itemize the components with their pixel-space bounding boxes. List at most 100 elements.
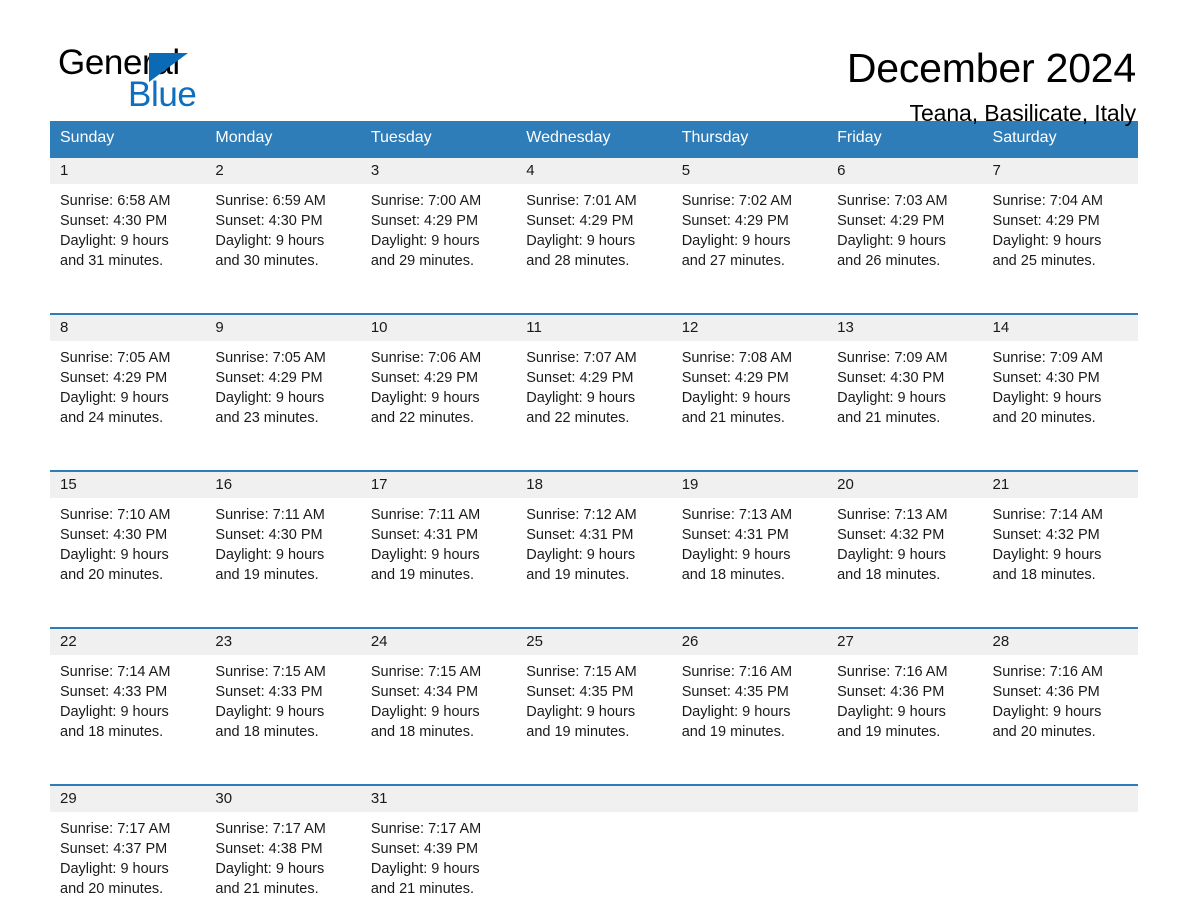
sunset-text: Sunset: 4:29 PM: [837, 213, 945, 229]
day-cell[interactable]: 3 Sunrise: 7:00 AM Sunset: 4:29 PM Daylight…: [360, 156, 517, 291]
calendar-cell: 29 Sunrise: 7:17 AM Sunset: 4:37 PM Dayligh…: [50, 784, 206, 919]
calendar-cell: 24 Sunrise: 7:15 AM Sunset: 4:34 PM Dayligh…: [360, 627, 517, 762]
day-cell[interactable]: 13 Sunrise: 7:09 AM Sunset: 4:30 PM Dayligh…: [827, 313, 983, 448]
calendar-cell: 9 Sunrise: 7:05 AM Sunset: 4:29 PM Daylight…: [205, 313, 361, 448]
day-number: 20: [827, 472, 983, 498]
daylight-text: Daylight: 9 hours and 18 minutes.: [837, 547, 946, 583]
calendar-cell: 13 Sunrise: 7:09 AM Sunset: 4:30 PM Dayligh…: [827, 313, 983, 448]
sunset-text: Sunset: 4:30 PM: [60, 213, 168, 229]
day-cell[interactable]: 1 Sunrise: 6:58 AM Sunset: 4:30 PM Daylight…: [50, 156, 206, 291]
day-cell[interactable]: 29 Sunrise: 7:17 AM Sunset: 4:37 PM Dayligh…: [50, 784, 206, 919]
day-cell[interactable]: 5 Sunrise: 7:02 AM Sunset: 4:29 PM Daylight…: [671, 156, 828, 291]
title-block: December 2024 Teana, Basilicate, Italy: [847, 44, 1138, 128]
day-details: Sunrise: 7:05 AM Sunset: 4:29 PM Daylight:…: [205, 341, 360, 428]
sunset-text: Sunset: 4:33 PM: [60, 684, 168, 700]
day-details: Sunrise: 7:00 AM Sunset: 4:29 PM Daylight:…: [361, 184, 516, 271]
day-number: 4: [516, 158, 672, 184]
day-number: 1: [50, 158, 206, 184]
daylight-text: Daylight: 9 hours and 21 minutes.: [215, 861, 325, 897]
sunrise-text: Sunrise: 7:01 AM: [526, 193, 637, 209]
sunrise-text: Sunrise: 7:17 AM: [215, 821, 326, 837]
sunrise-text: Sunrise: 7:16 AM: [992, 664, 1103, 680]
calendar-cell: 30 Sunrise: 7:17 AM Sunset: 4:38 PM Dayligh…: [205, 784, 361, 919]
sunrise-text: Sunrise: 7:11 AM: [370, 507, 481, 523]
sunrise-text: Sunrise: 7:10 AM: [60, 507, 171, 523]
day-details: Sunrise: 7:08 AM Sunset: 4:29 PM Daylight:…: [672, 341, 827, 428]
daylight-text: Daylight: 9 hours and 21 minutes.: [837, 390, 946, 426]
day-cell[interactable]: 31 Sunrise: 7:17 AM Sunset: 4:39 PM Dayligh…: [360, 784, 517, 919]
sunrise-text: Sunrise: 7:09 AM: [837, 350, 948, 366]
week-spacer-cell: [50, 762, 1138, 784]
day-cell[interactable]: 28 Sunrise: 7:16 AM Sunset: 4:36 PM Dayligh…: [982, 627, 1138, 762]
weekday-header-wednesday: Wednesday: [516, 121, 672, 156]
day-cell[interactable]: 22 Sunrise: 7:14 AM Sunset: 4:33 PM Dayligh…: [50, 627, 206, 762]
day-cell[interactable]: 10 Sunrise: 7:06 AM Sunset: 4:29 PM Dayligh…: [360, 313, 517, 448]
day-cell[interactable]: 26 Sunrise: 7:16 AM Sunset: 4:35 PM Dayligh…: [671, 627, 828, 762]
day-cell[interactable]: 6 Sunrise: 7:03 AM Sunset: 4:29 PM Daylight…: [827, 156, 983, 291]
day-details: Sunrise: 7:14 AM Sunset: 4:32 PM Daylight:…: [983, 498, 1138, 585]
day-cell[interactable]: 27 Sunrise: 7:16 AM Sunset: 4:36 PM Dayligh…: [827, 627, 983, 762]
day-cell[interactable]: 18 Sunrise: 7:12 AM Sunset: 4:31 PM Dayligh…: [516, 470, 672, 605]
day-details: Sunrise: 7:09 AM Sunset: 4:30 PM Daylight:…: [983, 341, 1138, 428]
calendar-week-row: 22 Sunrise: 7:14 AM Sunset: 4:33 PM Dayligh…: [50, 627, 1138, 762]
day-cell[interactable]: 7 Sunrise: 7:04 AM Sunset: 4:29 PM Daylight…: [982, 156, 1138, 291]
sunset-text: Sunset: 4:31 PM: [681, 527, 789, 543]
day-details: Sunrise: 7:13 AM Sunset: 4:31 PM Daylight:…: [672, 498, 827, 585]
sunset-text: Sunset: 4:29 PM: [60, 370, 168, 386]
day-cell[interactable]: 23 Sunrise: 7:15 AM Sunset: 4:33 PM Dayligh…: [205, 627, 361, 762]
day-cell[interactable]: 17 Sunrise: 7:11 AM Sunset: 4:31 PM Dayligh…: [360, 470, 517, 605]
day-cell[interactable]: 24 Sunrise: 7:15 AM Sunset: 4:34 PM Dayligh…: [360, 627, 517, 762]
day-details: Sunrise: 7:16 AM Sunset: 4:35 PM Daylight:…: [672, 655, 827, 742]
sunset-text: Sunset: 4:30 PM: [215, 213, 323, 229]
sunrise-text: Sunrise: 7:13 AM: [681, 507, 793, 523]
day-cell[interactable]: 25 Sunrise: 7:15 AM Sunset: 4:35 PM Dayligh…: [516, 627, 672, 762]
weekday-header-thursday: Thursday: [671, 121, 828, 156]
day-details: Sunrise: 7:11 AM Sunset: 4:31 PM Daylight:…: [361, 498, 516, 585]
weekday-header-monday: Monday: [205, 121, 361, 156]
weekday-header-sunday: Sunday: [50, 121, 206, 156]
sunrise-text: Sunrise: 7:09 AM: [992, 350, 1103, 366]
day-cell[interactable]: 16 Sunrise: 7:11 AM Sunset: 4:30 PM Dayligh…: [205, 470, 361, 605]
day-cell[interactable]: 9 Sunrise: 7:05 AM Sunset: 4:29 PM Daylight…: [205, 313, 361, 448]
day-number: 28: [982, 629, 1138, 655]
weekday-header-tuesday: Tuesday: [360, 121, 517, 156]
day-cell[interactable]: 20 Sunrise: 7:13 AM Sunset: 4:32 PM Dayligh…: [827, 470, 983, 605]
sunrise-text: Sunrise: 7:16 AM: [681, 664, 793, 680]
calendar-cell: 16 Sunrise: 7:11 AM Sunset: 4:30 PM Dayligh…: [205, 470, 361, 605]
sunset-text: Sunset: 4:31 PM: [370, 527, 479, 543]
daylight-text: Daylight: 9 hours and 20 minutes.: [60, 547, 169, 583]
daylight-text: Daylight: 9 hours and 18 minutes.: [60, 704, 169, 740]
daylight-text: Daylight: 9 hours and 18 minutes.: [992, 547, 1102, 583]
day-details: Sunrise: 7:06 AM Sunset: 4:29 PM Daylight:…: [361, 341, 516, 428]
day-cell[interactable]: 4 Sunrise: 7:01 AM Sunset: 4:29 PM Daylight…: [516, 156, 672, 291]
week-spacer: [50, 291, 1138, 313]
day-cell[interactable]: 12 Sunrise: 7:08 AM Sunset: 4:29 PM Dayligh…: [671, 313, 828, 448]
day-cell-empty: [827, 784, 983, 919]
calendar-cell: 4 Sunrise: 7:01 AM Sunset: 4:29 PM Daylight…: [516, 156, 672, 291]
daylight-text: Daylight: 9 hours and 23 minutes.: [215, 390, 325, 426]
day-cell[interactable]: 21 Sunrise: 7:14 AM Sunset: 4:32 PM Dayligh…: [982, 470, 1138, 605]
calendar-cell: 15 Sunrise: 7:10 AM Sunset: 4:30 PM Dayligh…: [50, 470, 206, 605]
day-cell[interactable]: 11 Sunrise: 7:07 AM Sunset: 4:29 PM Dayligh…: [516, 313, 672, 448]
day-number: 30: [205, 786, 361, 812]
calendar-week-row: 15 Sunrise: 7:10 AM Sunset: 4:30 PM Dayligh…: [50, 470, 1138, 605]
day-number: 17: [360, 472, 517, 498]
day-number: 31: [360, 786, 517, 812]
day-cell[interactable]: 30 Sunrise: 7:17 AM Sunset: 4:38 PM Dayligh…: [205, 784, 361, 919]
day-cell[interactable]: 2 Sunrise: 6:59 AM Sunset: 4:30 PM Daylight…: [205, 156, 361, 291]
day-details: Sunrise: 7:16 AM Sunset: 4:36 PM Daylight:…: [827, 655, 982, 742]
week-spacer: [50, 605, 1138, 627]
calendar-cell: 5 Sunrise: 7:02 AM Sunset: 4:29 PM Daylight…: [671, 156, 828, 291]
day-cell[interactable]: 14 Sunrise: 7:09 AM Sunset: 4:30 PM Dayligh…: [982, 313, 1138, 448]
calendar-cell: 6 Sunrise: 7:03 AM Sunset: 4:29 PM Daylight…: [827, 156, 983, 291]
daylight-text: Daylight: 9 hours and 19 minutes.: [837, 704, 946, 740]
day-cell[interactable]: 8 Sunrise: 7:05 AM Sunset: 4:29 PM Daylight…: [50, 313, 206, 448]
day-cell[interactable]: 19 Sunrise: 7:13 AM Sunset: 4:31 PM Dayligh…: [671, 470, 828, 605]
daylight-text: Daylight: 9 hours and 22 minutes.: [370, 390, 480, 426]
day-number: 2: [205, 158, 361, 184]
calendar-cell: 27 Sunrise: 7:16 AM Sunset: 4:36 PM Dayligh…: [827, 627, 983, 762]
sunrise-text: Sunrise: 7:16 AM: [837, 664, 948, 680]
day-cell[interactable]: 15 Sunrise: 7:10 AM Sunset: 4:30 PM Dayligh…: [50, 470, 206, 605]
daylight-text: Daylight: 9 hours and 18 minutes.: [681, 547, 791, 583]
calendar-cell: [827, 784, 983, 919]
